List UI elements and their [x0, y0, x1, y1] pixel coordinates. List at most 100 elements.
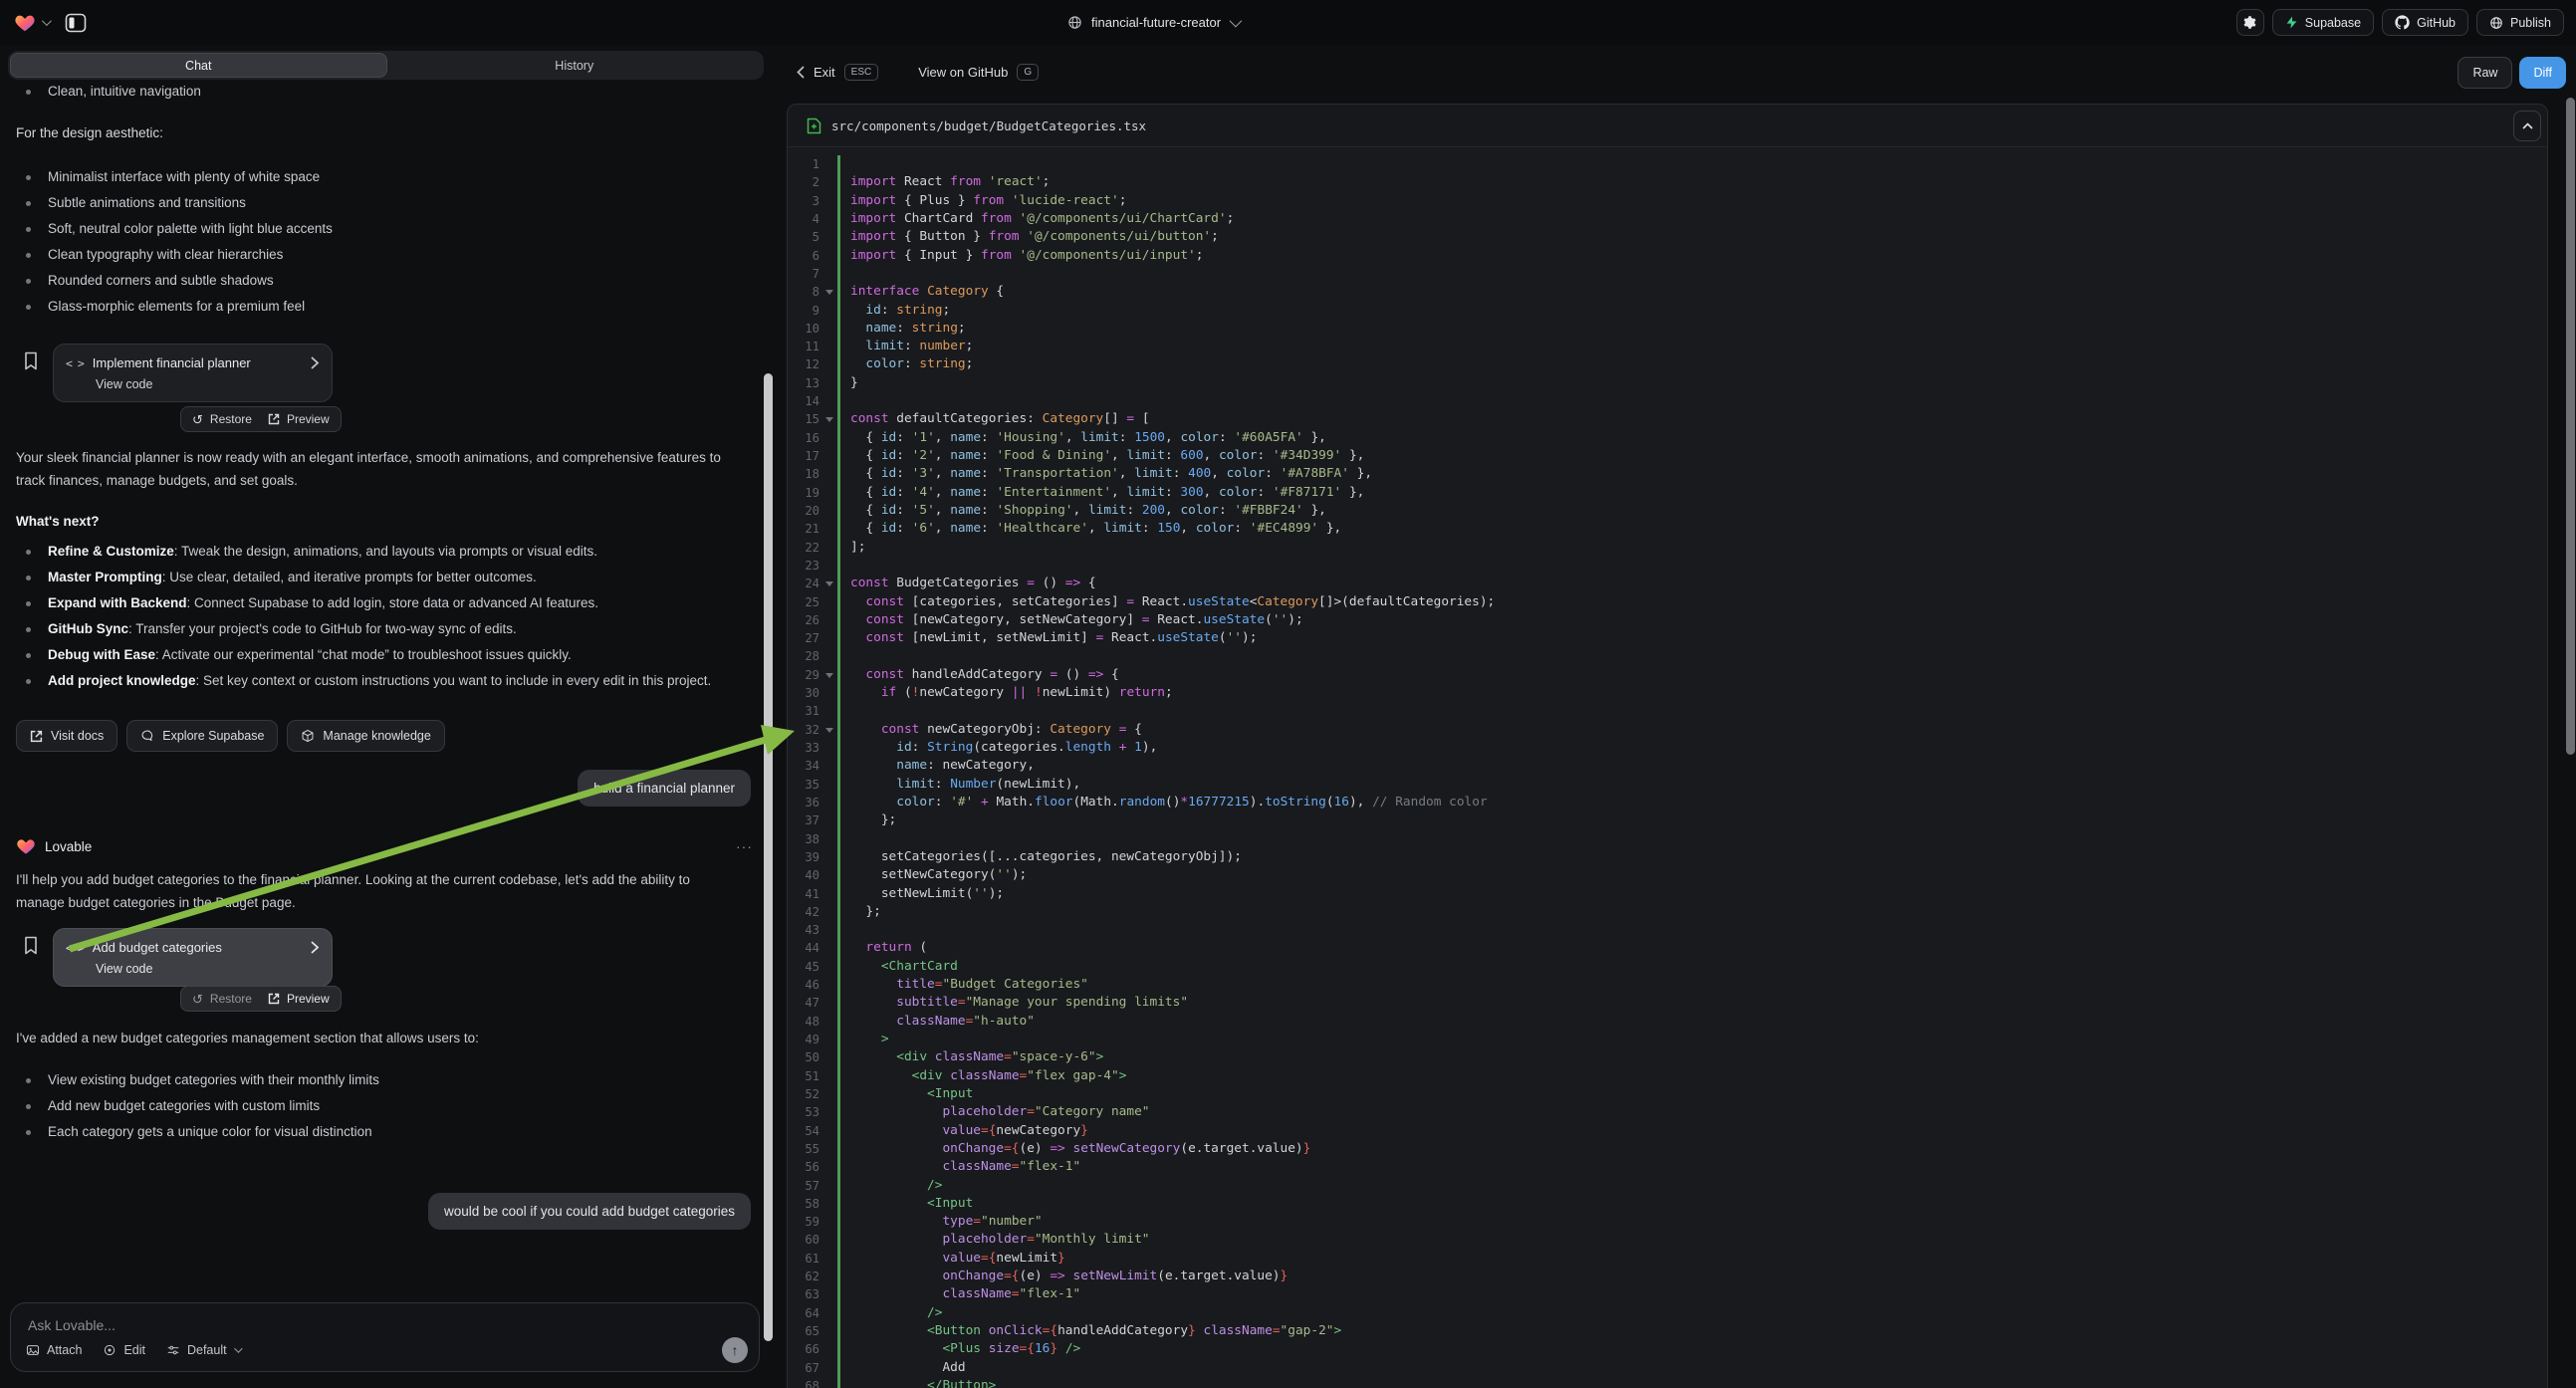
- fold-chevron-icon[interactable]: [825, 581, 833, 586]
- chat-input[interactable]: [28, 1314, 743, 1336]
- bullet-dot: [26, 90, 31, 95]
- code-line: 7: [788, 265, 2547, 283]
- line-number: 61: [788, 1250, 837, 1268]
- attach-button[interactable]: Attach: [26, 1343, 82, 1357]
- code-line: 29 const handleAddCategory = () => {: [788, 666, 2547, 684]
- code-line: 20 { id: '5', name: 'Shopping', limit: 2…: [788, 502, 2547, 520]
- bookmark-icon[interactable]: [23, 936, 39, 987]
- view-code-link[interactable]: View code: [96, 377, 320, 391]
- code-line: 12 color: string;: [788, 355, 2547, 373]
- view-on-github-button[interactable]: View on GitHub G: [918, 64, 1039, 81]
- lovable-logo-icon[interactable]: [14, 12, 36, 34]
- bullet-dot: [26, 550, 31, 555]
- more-menu-icon[interactable]: ···: [736, 838, 753, 854]
- code-line: 25 const [categories, setCategories] = R…: [788, 593, 2547, 611]
- tab-chat[interactable]: Chat: [10, 53, 387, 78]
- fold-chevron-icon[interactable]: [825, 290, 833, 295]
- preview-button[interactable]: Preview: [268, 992, 330, 1006]
- assistant-paragraph: I'll help you add budget categories to t…: [16, 868, 738, 914]
- list-item: Add project knowledge: Set key context o…: [16, 668, 748, 694]
- fold-chevron-icon[interactable]: [825, 673, 833, 678]
- code-lines: 12import React from 'react';3import { Pl…: [788, 155, 2547, 1388]
- line-number: 60: [788, 1231, 837, 1249]
- code-line: 44 return (: [788, 939, 2547, 957]
- code-viewer[interactable]: 12import React from 'react';3import { Pl…: [788, 147, 2547, 1388]
- view-code-link[interactable]: View code: [96, 962, 320, 976]
- project-switcher[interactable]: financial-future-creator: [1067, 0, 1239, 45]
- line-number: 54: [788, 1122, 837, 1140]
- version-card-title: Add budget categories: [93, 940, 222, 955]
- line-number: 20: [788, 502, 837, 520]
- line-number: 37: [788, 811, 837, 829]
- raw-toggle-button[interactable]: Raw: [2458, 57, 2512, 89]
- send-button[interactable]: ↑: [722, 1337, 748, 1363]
- settings-button[interactable]: [2236, 9, 2264, 36]
- app-window: financial-future-creator Supabase GitHub…: [0, 0, 2576, 1388]
- tab-history[interactable]: History: [387, 53, 763, 78]
- line-number: 30: [788, 684, 837, 702]
- version-card-add-budget-categories[interactable]: < > Add budget categories View code ↺Res…: [53, 928, 333, 987]
- chevron-up-icon: [2522, 122, 2533, 129]
- chat-scroll-area: Clean, intuitive navigation For the desi…: [0, 80, 777, 1290]
- manage-knowledge-button[interactable]: Manage knowledge: [287, 720, 444, 752]
- line-number: 5: [788, 228, 837, 246]
- visit-docs-button[interactable]: Visit docs: [16, 720, 117, 752]
- restore-icon: ↺: [192, 993, 203, 1006]
- line-number: 18: [788, 465, 837, 483]
- version-card-implement-financial-planner[interactable]: < > Implement financial planner View cod…: [53, 344, 333, 402]
- line-number: 40: [788, 866, 837, 884]
- publish-button[interactable]: Publish: [2476, 9, 2564, 36]
- line-number: 35: [788, 776, 837, 794]
- line-number: 46: [788, 976, 837, 994]
- preview-button[interactable]: Preview: [268, 412, 330, 426]
- send-arrow-icon: ↑: [732, 1342, 739, 1358]
- supabase-button[interactable]: Supabase: [2272, 9, 2374, 36]
- code-line: 31: [788, 702, 2547, 720]
- code-line: 52 <Input: [788, 1085, 2547, 1103]
- chat-panel: Chat History Clean, intuitive navigation…: [0, 45, 777, 1388]
- file-path-bar[interactable]: src/components/budget/BudgetCategories.t…: [788, 105, 2547, 147]
- code-line: 8interface Category {: [788, 283, 2547, 301]
- mode-select[interactable]: Default: [166, 1343, 240, 1357]
- line-number: 31: [788, 702, 837, 720]
- logo-chevron-down-icon[interactable]: [42, 16, 52, 26]
- code-line: 49 >: [788, 1031, 2547, 1048]
- github-button[interactable]: GitHub: [2382, 9, 2468, 36]
- diff-toggle-button[interactable]: Diff: [2519, 57, 2566, 89]
- line-number: 64: [788, 1304, 837, 1322]
- fold-chevron-icon[interactable]: [825, 728, 833, 733]
- code-line: 62 onChange={(e) => setNewLimit(e.target…: [788, 1268, 2547, 1285]
- code-scrollbar[interactable]: [2566, 98, 2575, 755]
- code-line: 63 className="flex-1": [788, 1285, 2547, 1303]
- code-line: 28: [788, 647, 2547, 665]
- edit-button[interactable]: Edit: [103, 1343, 145, 1357]
- code-line: 16 { id: '1', name: 'Housing', limit: 15…: [788, 429, 2547, 447]
- exit-button[interactable]: Exit ESC: [797, 64, 878, 81]
- list-item: Refine & Customize: Tweak the design, an…: [16, 539, 748, 565]
- list-item: Minimalist interface with plenty of whit…: [16, 164, 761, 190]
- esc-key-badge: ESC: [844, 64, 879, 81]
- line-number: 25: [788, 593, 837, 611]
- toggle-sidebar-icon[interactable]: [65, 13, 87, 33]
- line-number: 44: [788, 939, 837, 957]
- restore-button[interactable]: ↺Restore: [192, 992, 252, 1006]
- fold-chevron-icon[interactable]: [825, 417, 833, 422]
- line-number: 67: [788, 1359, 837, 1377]
- code-line: 48 className="h-auto": [788, 1013, 2547, 1031]
- line-number: 16: [788, 429, 837, 447]
- bookmark-icon[interactable]: [23, 351, 39, 402]
- restore-button[interactable]: ↺Restore: [192, 412, 252, 426]
- lovable-avatar-icon: [16, 836, 36, 856]
- code-line: 59 type="number": [788, 1213, 2547, 1231]
- bullet-dot: [26, 175, 31, 180]
- card-toolbar: ↺Restore Preview: [180, 406, 342, 432]
- code-line: 46 title="Budget Categories": [788, 976, 2547, 994]
- collapse-file-button[interactable]: [2513, 111, 2541, 141]
- assistant-name: Lovable: [45, 839, 92, 854]
- code-line: 56 className="flex-1": [788, 1158, 2547, 1176]
- chat-scrollbar[interactable]: [764, 373, 773, 1341]
- explore-supabase-button[interactable]: Explore Supabase: [126, 720, 278, 752]
- bullet-dot: [26, 227, 31, 232]
- line-number: 15: [788, 410, 837, 428]
- restore-icon: ↺: [192, 413, 203, 426]
